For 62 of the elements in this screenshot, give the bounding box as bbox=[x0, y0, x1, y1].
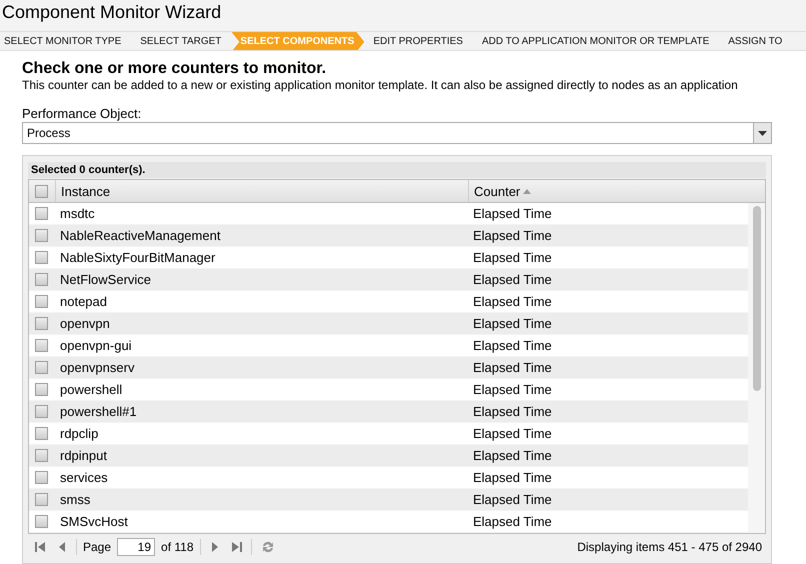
first-page-icon[interactable] bbox=[32, 540, 48, 554]
row-checkbox[interactable] bbox=[35, 207, 48, 220]
table-cell-text: Elapsed Time bbox=[472, 514, 553, 529]
table-cell-text: powershell bbox=[59, 382, 124, 397]
table-cell-text: Elapsed Time bbox=[472, 294, 553, 309]
row-checkbox[interactable] bbox=[35, 427, 48, 440]
table-cell-text: rdpclip bbox=[59, 426, 100, 441]
field-label: Performance Object: bbox=[22, 106, 142, 121]
row-checkbox[interactable] bbox=[35, 515, 48, 528]
heading: Check one or more counters to monitor. bbox=[22, 60, 328, 78]
select-all-checkbox[interactable] bbox=[35, 184, 48, 198]
performance-object-dropdown[interactable]: Process bbox=[22, 122, 772, 144]
window-title: Component Monitor Wizard bbox=[2, 2, 222, 23]
table-cell-text: openvpnserv bbox=[59, 360, 136, 375]
row-checkbox[interactable] bbox=[35, 471, 48, 484]
row-checkbox[interactable] bbox=[35, 251, 48, 264]
row-checkbox[interactable] bbox=[35, 449, 48, 462]
row-checkbox[interactable] bbox=[35, 493, 48, 506]
row-checkbox[interactable] bbox=[35, 361, 48, 374]
table-cell-text: services bbox=[59, 470, 109, 485]
table-cell-text: SMSvcHost bbox=[59, 514, 129, 529]
row-checkbox[interactable] bbox=[35, 295, 48, 308]
table-cell-text: powershell#1 bbox=[59, 404, 138, 419]
table-cell-text: rdpinput bbox=[59, 448, 108, 463]
table-cell-text: Elapsed Time bbox=[472, 338, 553, 353]
table-cell-text: Elapsed Time bbox=[472, 470, 553, 485]
row-checkbox[interactable] bbox=[35, 273, 48, 286]
table-cell-text: notepad bbox=[59, 294, 108, 309]
caret-icon bbox=[753, 123, 771, 143]
column-header[interactable]: Instance bbox=[55, 180, 468, 202]
table-cell-text: Elapsed Time bbox=[472, 426, 553, 441]
table-cell-text: Elapsed Time bbox=[472, 316, 553, 331]
table-cell-text: NableSixtyFourBitManager bbox=[59, 250, 216, 265]
row-checkbox[interactable] bbox=[35, 229, 48, 242]
table-cell-text: openvpn bbox=[59, 316, 111, 331]
pager-summary: Displaying items 451 - 475 of 2940 bbox=[577, 540, 762, 554]
scrollbar[interactable] bbox=[748, 203, 765, 533]
page-input[interactable]: 19 bbox=[117, 538, 156, 556]
table-cell-text: Elapsed Time bbox=[472, 382, 553, 397]
column-header[interactable]: Counter bbox=[468, 180, 765, 202]
table-cell-text: Elapsed Time bbox=[472, 228, 553, 243]
row-checkbox[interactable] bbox=[35, 339, 48, 352]
table-cell-text: NableReactiveManagement bbox=[59, 228, 222, 243]
table-cell-text: Elapsed Time bbox=[472, 206, 553, 221]
table-cell-text: NetFlowService bbox=[59, 272, 152, 287]
table-cell-text: openvpn-gui bbox=[59, 338, 133, 353]
selection-summary: Selected 0 counter(s). bbox=[28, 162, 766, 178]
table-cell-text: msdtc bbox=[59, 206, 96, 221]
table-cell-text: Elapsed Time bbox=[472, 272, 553, 287]
table-cell-text: Elapsed Time bbox=[472, 360, 553, 375]
table-cell-text: Elapsed Time bbox=[472, 448, 553, 463]
description: This counter can be added to a new or existing application monitor template. It can also be assigned directly to nodes as an application bbox=[22, 78, 738, 93]
sort-ascending-icon bbox=[523, 188, 532, 194]
row-checkbox[interactable] bbox=[35, 317, 48, 330]
table-cell-text: smss bbox=[59, 492, 92, 507]
page-label: Page bbox=[83, 540, 112, 554]
row-checkbox[interactable] bbox=[35, 383, 48, 396]
table-cell-text: Elapsed Time bbox=[472, 250, 553, 265]
table-cell-text: Elapsed Time bbox=[472, 492, 553, 507]
table-cell-text: Elapsed Time bbox=[472, 404, 553, 419]
page-count: of 118 bbox=[161, 540, 194, 554]
row-checkbox[interactable] bbox=[35, 405, 48, 418]
